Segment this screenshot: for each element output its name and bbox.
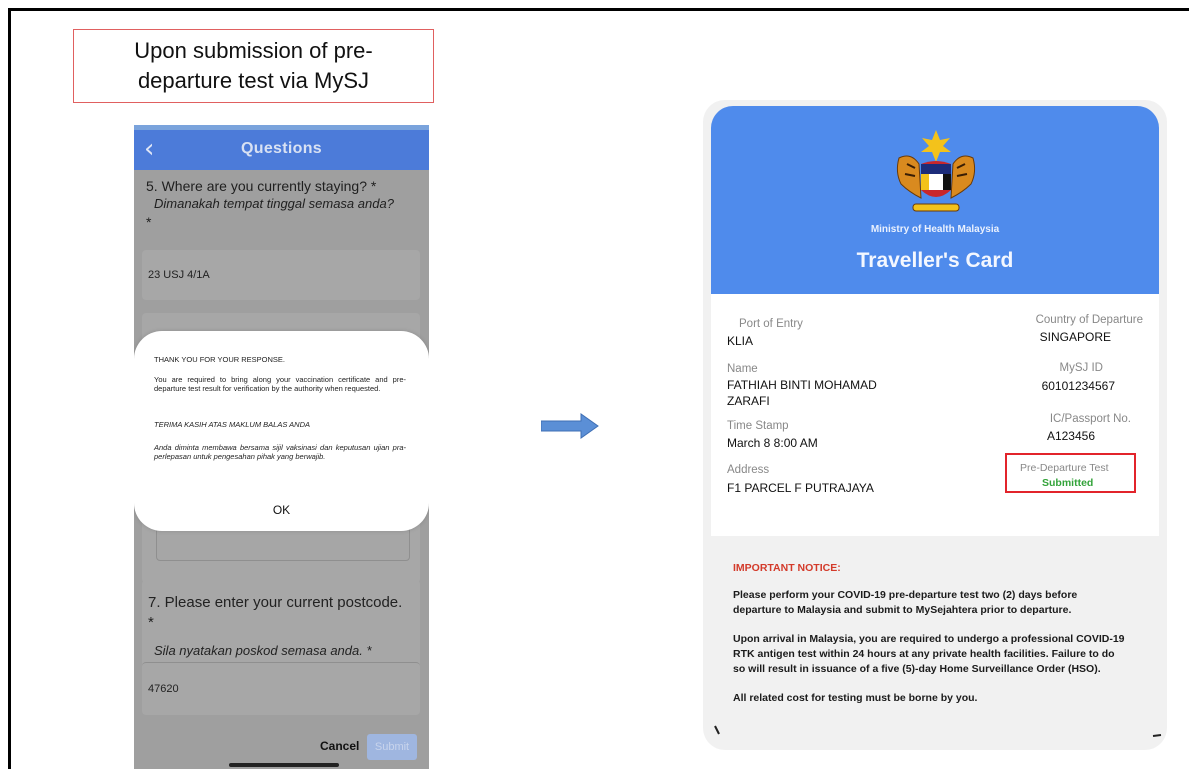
ministry-label: Ministry of Health Malaysia — [870, 224, 1000, 235]
response-dialog: THANK YOU FOR YOUR RESPONSE. You are req… — [134, 331, 429, 531]
timestamp-label: Time Stamp — [727, 420, 789, 432]
ic-passport-value: A123456 — [1046, 429, 1095, 443]
question-7-text: 7. Please enter your current postcode. — [148, 594, 403, 611]
notice-paragraph-2-line-2: RTK antigen test within 24 hours at any … — [733, 648, 1115, 660]
caption-box: Upon submission of pre- departure test v… — [73, 29, 434, 103]
ic-passport-label: IC/Passport No. — [1049, 413, 1131, 425]
question-7: 7. Please enter your current postcode. *… — [148, 593, 418, 661]
notice-paragraph-3: All related cost for testing must be bor… — [733, 692, 978, 704]
card-header: Ministry of Health Malaysia Traveller's … — [711, 106, 1159, 294]
dialog-malay-message: Anda diminta membawa bersama sijil vaksi… — [154, 443, 406, 461]
submit-button[interactable]: Submit — [367, 734, 417, 760]
address-label: Address — [727, 464, 770, 476]
travellers-card: Ministry of Health Malaysia Traveller's … — [703, 100, 1167, 750]
card-bottom-edge — [714, 725, 1162, 737]
notice-paragraph-1-line-1: Please perform your COVID-19 pre-departu… — [733, 589, 1078, 601]
country-of-departure-label: Country of Departure — [1035, 314, 1143, 326]
ok-button[interactable]: OK — [134, 503, 429, 517]
notice-paragraph-2-line-3: so will result in issuance of a five (5)… — [733, 663, 1101, 675]
question-5-star: * — [146, 214, 152, 230]
mysj-id-value: 60101234567 — [1041, 379, 1115, 393]
important-notice-title: IMPORTANT NOTICE: — [733, 562, 841, 574]
malaysia-coat-of-arms-icon — [896, 130, 976, 212]
dialog-malay-thank-you: TERIMA KASIH ATAS MAKLUM BALAS ANDA — [154, 420, 311, 429]
notice-paragraph-1-line-2: departure to Malaysia and submit to MySe… — [733, 604, 1072, 616]
timestamp-value: March 8 8:00 AM — [727, 436, 818, 450]
name-label: Name — [727, 363, 758, 375]
port-of-entry-label: Port of Entry — [739, 318, 803, 330]
cancel-button[interactable]: Cancel — [320, 739, 359, 753]
name-value-line-1: FATHIAH BINTI MOHAMAD — [727, 378, 877, 392]
question-7-answer-field[interactable]: 47620 — [142, 662, 420, 715]
home-indicator — [229, 763, 339, 767]
country-of-departure-value: SINGAPORE — [1039, 330, 1111, 344]
address-value: F1 PARCEL F PUTRAJAYA — [727, 481, 874, 495]
question-5-text: 5. Where are you currently staying? * — [146, 178, 377, 194]
header-title: Questions — [241, 140, 322, 157]
question-7-answer: 47620 — [148, 683, 179, 695]
phone-screen: ‹ Questions 5. Where are you currently s… — [134, 125, 429, 769]
pre-departure-test-status: Submitted — [1042, 477, 1094, 489]
dialog-thank-you: THANK YOU FOR YOUR RESPONSE. — [154, 355, 285, 364]
question-5: 5. Where are you currently staying? * Di… — [146, 177, 416, 231]
question-7-star: * — [148, 614, 154, 631]
mysj-id-label: MySJ ID — [1059, 362, 1103, 374]
notice-paragraph-2-line-1: Upon arrival in Malaysia, you are requir… — [733, 633, 1125, 645]
app-header: ‹ Questions — [134, 130, 429, 170]
question-7-italic: Sila nyatakan poskod semasa anda. * — [154, 643, 372, 658]
caption-line-2: departure test via MySJ — [137, 68, 370, 93]
pre-departure-test-label: Pre-Departure Test — [1020, 462, 1109, 474]
card-title: Traveller's Card — [856, 249, 1014, 272]
caption-line-1: Upon submission of pre- — [134, 38, 373, 63]
name-value-line-2: ZARAFI — [727, 394, 770, 408]
question-5-answer: 23 USJ 4/1A — [148, 269, 210, 281]
port-of-entry-value: KLIA — [727, 334, 754, 348]
dialog-english-message: You are required to bring along your vac… — [154, 375, 406, 393]
question-5-italic: Dimanakah tempat tinggal semasa anda? — [154, 196, 394, 211]
arrow-right-icon — [541, 413, 599, 439]
question-5-answer-field[interactable]: 23 USJ 4/1A — [142, 250, 420, 300]
